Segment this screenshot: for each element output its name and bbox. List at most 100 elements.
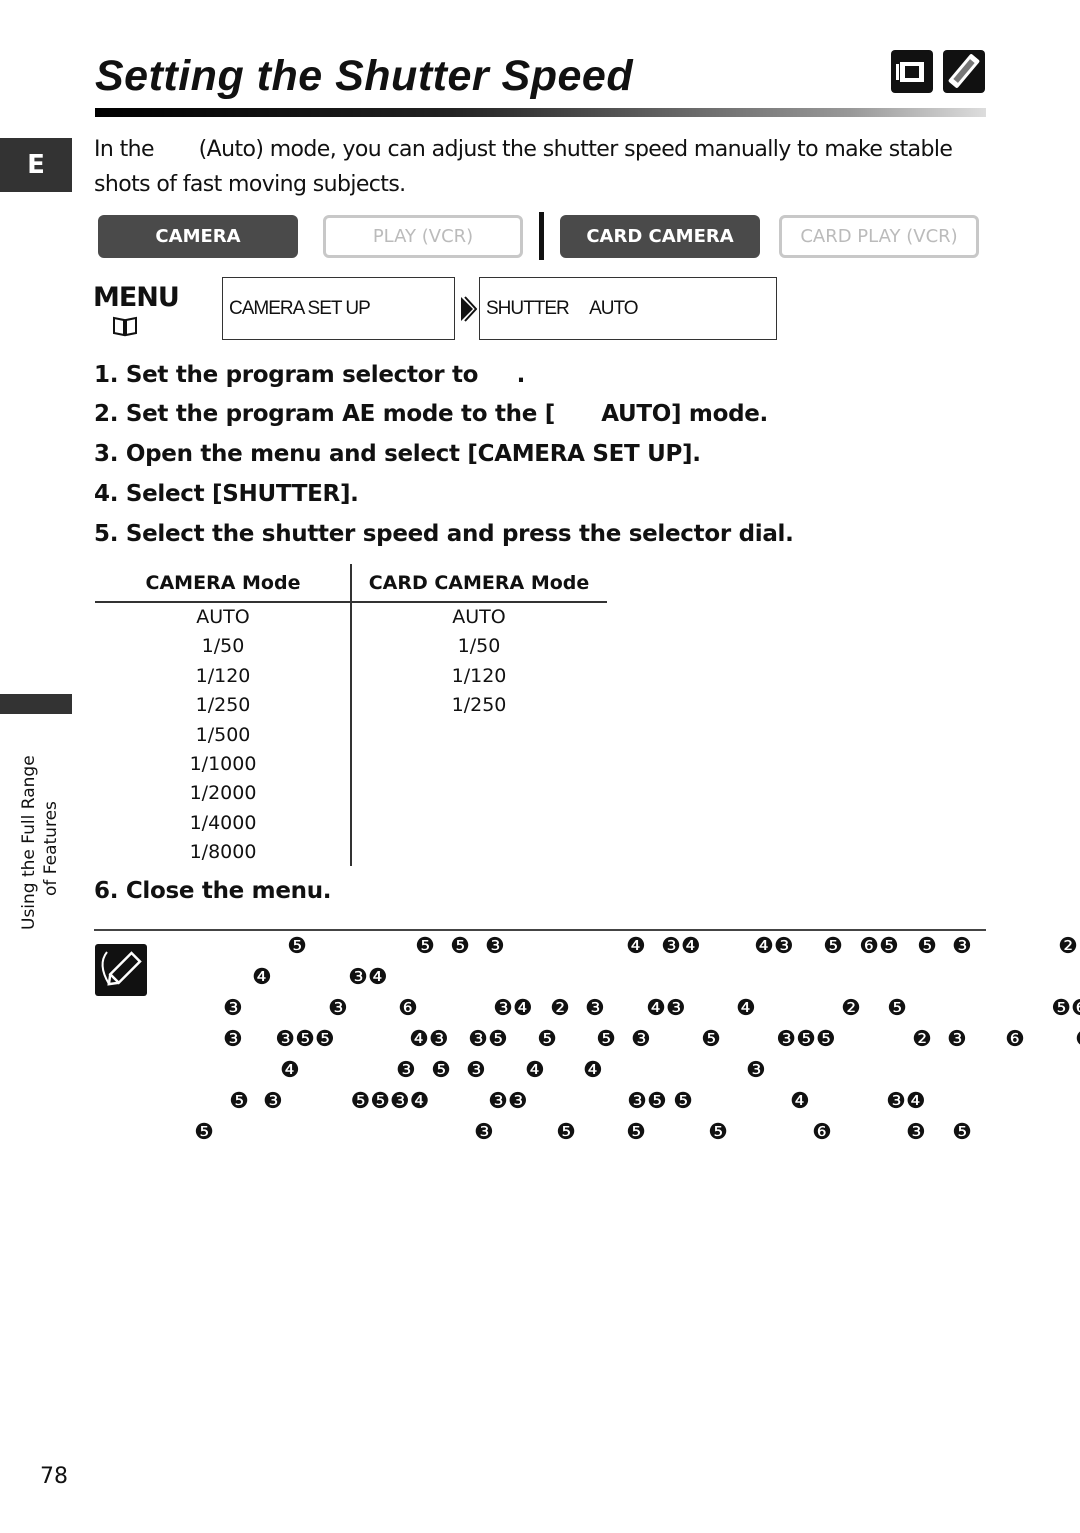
step-5: 5. Select the shutter speed and press th…: [94, 521, 794, 547]
note-glyph: ❷: [550, 996, 570, 1021]
note-glyph: ❺: [626, 1120, 646, 1145]
note-glyph: ❻: [812, 1120, 832, 1145]
note-glyph: ❻❺: [859, 934, 899, 959]
note-glyph: ❹: [736, 996, 756, 1021]
note-glyph: ❺: [673, 1089, 693, 1114]
shutter-speed-table: CAMERA Mode CARD CAMERA Mode AUTO 1/50 1/1…: [95, 564, 607, 866]
table-cell: AUTO: [196, 606, 250, 628]
note-glyph: ❺: [952, 1120, 972, 1145]
manual-page: Setting the Shutter Speed E In the (Auto…: [0, 0, 1080, 1533]
note-glyph: ❸: [223, 996, 243, 1021]
note-glyph: ❹: [525, 1058, 545, 1083]
note-glyph: ❺: [701, 1027, 721, 1052]
note-pencil-icon: [95, 944, 147, 996]
note-glyph: ❸❹: [661, 934, 701, 959]
mode-play-vcr: PLAY (VCR): [323, 215, 523, 258]
menu-path-shutter: SHUTTER AUTO: [479, 277, 777, 340]
note-glyph: ❺: [556, 1120, 576, 1145]
intro-text: In the (Auto) mode, you can adjust the s…: [94, 137, 959, 197]
notes-rule: [94, 929, 986, 931]
note-glyph: ❸❺❺: [275, 1027, 335, 1052]
note-glyph: ❸❸: [488, 1089, 528, 1114]
note-glyph: ❸: [906, 1120, 926, 1145]
table-cell: 1/120: [451, 664, 507, 687]
note-glyph: ❸❺: [468, 1027, 508, 1052]
note-glyph: ❹❸: [754, 934, 794, 959]
note-glyph: ❸: [746, 1058, 766, 1083]
note-glyph: ❸: [263, 1089, 283, 1114]
note-glyph: ❸: [474, 1120, 494, 1145]
header-card-camera-mode: CARD CAMERA Mode: [368, 572, 590, 594]
note-glyph: ❹: [626, 934, 646, 959]
table-cell: AUTO: [452, 606, 506, 628]
note-glyph: ❸: [585, 996, 605, 1021]
note-glyph: ❹: [280, 1058, 300, 1083]
table-cell: 1/250: [195, 694, 251, 717]
header-camera-mode: CAMERA Mode: [145, 572, 301, 594]
book-icon: [112, 315, 138, 341]
note-glyph: ❸: [328, 996, 348, 1021]
note-glyph: ❺❻: [1051, 996, 1080, 1021]
section-label-line-1: Using the Full Range: [19, 755, 39, 930]
note-glyph: ❸: [631, 1027, 651, 1052]
note-glyph: ❺: [415, 934, 435, 959]
note-glyph: ❺: [887, 996, 907, 1021]
note-glyph: ❷: [1058, 934, 1078, 959]
note-glyph: ❸❹: [348, 965, 388, 990]
note-glyph: ❸: [952, 934, 972, 959]
section-marker: [0, 694, 72, 714]
camera-card-icon: [891, 50, 933, 93]
table-cell: 1/1000: [189, 753, 257, 775]
note-glyph: ❺: [194, 1120, 214, 1145]
note-glyph: ❸: [396, 1058, 416, 1083]
note-glyph: ❹❸: [646, 996, 686, 1021]
mode-camera: CAMERA: [98, 215, 298, 258]
table-cell: 1/2000: [189, 782, 257, 805]
step-3: 3. Open the menu and select [CAMERA SET …: [94, 441, 701, 467]
mode-separator: [539, 212, 544, 260]
menu-path-camera-set-up: CAMERA SET UP: [222, 277, 455, 340]
note-glyph: ❷: [912, 1027, 932, 1052]
title-rule: [95, 108, 986, 117]
note-glyph: ❹❸: [409, 1027, 449, 1052]
step-2: 2. Set the program AE mode to the [ AUTO…: [94, 401, 768, 427]
table-cell: 1/120: [195, 664, 251, 687]
note-glyph: ❹: [790, 1089, 810, 1114]
note-glyph: ❸: [466, 1058, 486, 1083]
menu-label: MENU: [93, 282, 180, 313]
arrow-right-icon: [459, 296, 478, 326]
section-label-line-2: of Features: [41, 801, 61, 896]
mode-card-camera: CARD CAMERA: [560, 215, 760, 258]
note-glyph: ❹: [252, 965, 272, 990]
note-glyph: ❸❺❺: [776, 1027, 836, 1052]
note-glyph: ❷: [841, 996, 861, 1021]
step-4: 4. Select [SHUTTER].: [94, 481, 359, 507]
note-glyph: ❸❺: [627, 1089, 667, 1114]
page-number: 78: [40, 1464, 68, 1489]
table-cell: 1/4000: [189, 811, 257, 834]
remote-control-icon: [943, 50, 985, 93]
table-cell: 1/8000: [189, 841, 257, 864]
page-title: Setting the Shutter Speed: [95, 52, 634, 100]
note-glyph: ❹: [583, 1058, 603, 1083]
note-glyph: ❺: [450, 934, 470, 959]
note-glyph: ❺: [596, 1027, 616, 1052]
note-glyph: ❸: [223, 1027, 243, 1052]
step-6: 6. Close the menu.: [94, 878, 332, 904]
note-glyph: ❺: [708, 1120, 728, 1145]
table-cell: 1/500: [195, 723, 251, 746]
note-glyph: ❺: [431, 1058, 451, 1083]
note-glyph: ❺: [537, 1027, 557, 1052]
note-glyph: ❺❺❸❹: [350, 1089, 430, 1114]
note-glyph: ❺: [229, 1089, 249, 1114]
note-glyph: ❺: [917, 934, 937, 959]
note-glyph: ❻: [1075, 1028, 1080, 1052]
note-glyph: ❸: [947, 1027, 967, 1052]
table-cell: 1/50: [457, 635, 501, 658]
step-1: 1. Set the program selector to .: [94, 362, 526, 388]
language-tab: E: [0, 138, 72, 192]
note-glyph: ❸❹: [886, 1089, 926, 1114]
note-glyph: ❻: [1005, 1027, 1025, 1052]
note-glyph: ❸: [485, 934, 505, 959]
mode-card-play-vcr: CARD PLAY (VCR): [779, 215, 979, 258]
